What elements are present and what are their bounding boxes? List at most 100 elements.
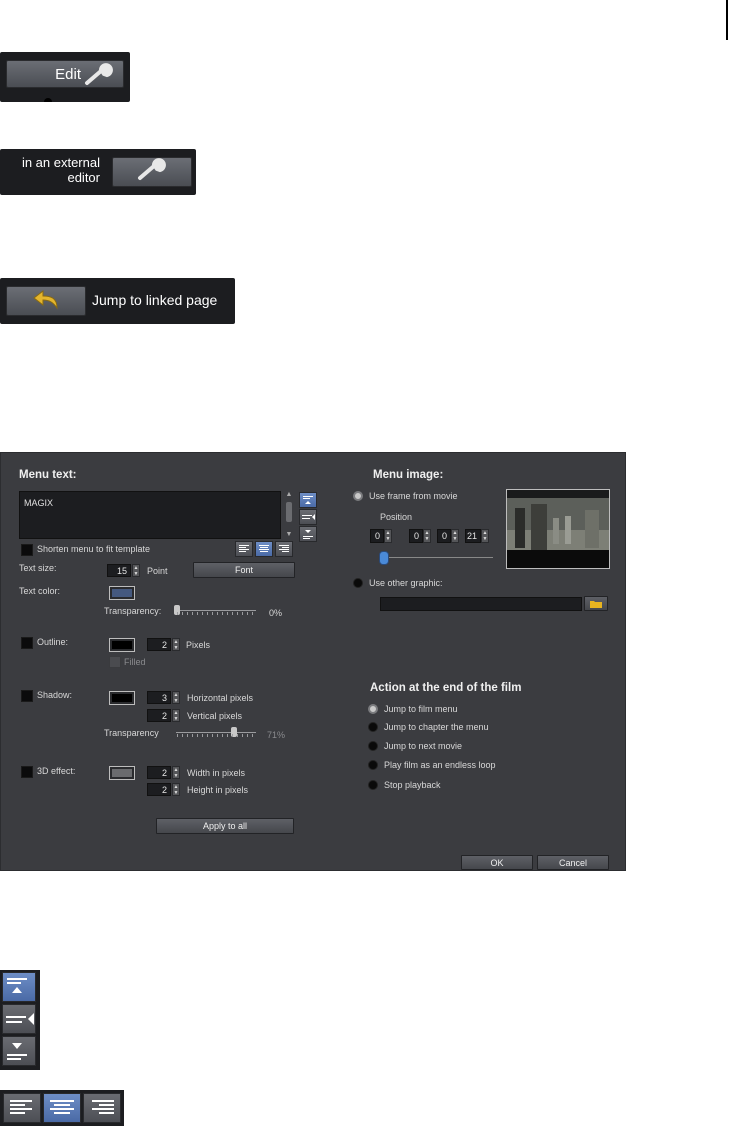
position-spinner-3[interactable]: ▲ ▼ bbox=[451, 529, 459, 543]
shorten-menu-label: Shorten menu to fit template bbox=[37, 544, 151, 554]
menu-settings-dialog: Menu text: MAGIX ▲ ▼ Shorten menu to fit… bbox=[0, 452, 626, 871]
text-size-field[interactable]: 15 bbox=[107, 564, 131, 577]
align-bottom-icon bbox=[303, 530, 313, 539]
shadow-horizontal-spinner[interactable]: ▲ ▼ bbox=[172, 691, 180, 704]
align-middle-icon bbox=[302, 514, 315, 520]
horizontal-align-icon-row bbox=[0, 1090, 124, 1126]
end-option-label-1: Jump to chapter the menu bbox=[384, 722, 489, 732]
position-spinner-4[interactable]: ▲ ▼ bbox=[481, 529, 489, 543]
shadow-vertical-label: Vertical pixels bbox=[187, 711, 243, 721]
cancel-button[interactable]: Cancel bbox=[537, 855, 609, 870]
edit-button-clip: Edit bbox=[0, 52, 130, 102]
end-option-radio-3[interactable] bbox=[368, 760, 378, 770]
effect3d-height-field[interactable]: 2 bbox=[147, 783, 171, 796]
font-button[interactable]: Font bbox=[193, 562, 295, 578]
shadow-horizontal-label: Horizontal pixels bbox=[187, 693, 254, 703]
end-option-radio-2[interactable] bbox=[368, 741, 378, 751]
shadow-checkbox[interactable] bbox=[21, 690, 33, 702]
outline-label: Outline: bbox=[37, 637, 69, 647]
align-bottom-icon[interactable] bbox=[2, 1036, 36, 1066]
return-arrow-icon bbox=[31, 288, 61, 315]
shadow-horizontal-field[interactable]: 3 bbox=[147, 691, 171, 704]
shadow-vertical-field[interactable]: 2 bbox=[147, 709, 171, 722]
transparency-label: Transparency: bbox=[104, 606, 162, 616]
effect3d-checkbox[interactable] bbox=[21, 766, 33, 778]
align-top-icon[interactable] bbox=[2, 972, 36, 1002]
end-option-radio-1[interactable] bbox=[368, 722, 378, 732]
effect3d-color-swatch[interactable] bbox=[109, 766, 135, 780]
scrollbar-thumb[interactable] bbox=[286, 502, 292, 522]
browse-folder-button[interactable] bbox=[584, 596, 608, 611]
jump-linked-page-clip: Jump to linked page bbox=[0, 278, 235, 324]
position-field-4[interactable]: 21 bbox=[465, 529, 481, 543]
position-label: Position bbox=[380, 512, 413, 522]
text-color-swatch[interactable] bbox=[109, 586, 135, 600]
jump-to-linked-page-button[interactable] bbox=[6, 286, 86, 316]
align-middle-icon[interactable] bbox=[2, 1004, 36, 1034]
outline-color-swatch[interactable] bbox=[109, 638, 135, 652]
text-size-spinner[interactable]: ▲ ▼ bbox=[132, 564, 140, 577]
ok-button[interactable]: OK bbox=[461, 855, 533, 870]
external-editor-button[interactable] bbox=[112, 157, 192, 187]
align-top-button[interactable] bbox=[299, 492, 317, 508]
use-other-graphic-label: Use other graphic: bbox=[369, 578, 443, 588]
position-field-1[interactable]: 0 bbox=[370, 529, 384, 543]
folder-icon bbox=[590, 601, 602, 608]
shorten-menu-checkbox[interactable] bbox=[21, 544, 33, 556]
use-frame-label: Use frame from movie bbox=[369, 491, 458, 501]
transparency-slider-ticks bbox=[177, 612, 257, 615]
jump-linked-page-label: Jump to linked page bbox=[92, 292, 218, 308]
edit-clip-indicator bbox=[44, 98, 52, 102]
position-slider-handle[interactable] bbox=[379, 551, 389, 565]
page-margin-bar bbox=[726, 0, 728, 40]
align-center-icon[interactable] bbox=[43, 1093, 81, 1123]
align-right-icon[interactable] bbox=[83, 1093, 121, 1123]
external-editor-label: in an external editor bbox=[21, 155, 100, 185]
menu-image-title: Menu image: bbox=[373, 469, 444, 481]
shadow-vertical-spinner[interactable]: ▲ ▼ bbox=[172, 709, 180, 722]
menu-text-input[interactable]: MAGIX bbox=[19, 491, 281, 539]
outline-pixels-spinner[interactable]: ▲ ▼ bbox=[172, 638, 180, 651]
align-bottom-button[interactable] bbox=[299, 526, 317, 542]
effect3d-height-spinner[interactable]: ▲ ▼ bbox=[172, 783, 180, 796]
effect3d-width-field[interactable]: 2 bbox=[147, 766, 171, 779]
outline-pixels-field[interactable]: 2 bbox=[147, 638, 171, 651]
align-top-icon bbox=[303, 496, 313, 504]
align-left-button[interactable] bbox=[235, 541, 253, 557]
transparency-slider-track[interactable] bbox=[176, 610, 256, 611]
end-option-radio-0[interactable] bbox=[368, 704, 378, 714]
filled-checkbox[interactable] bbox=[109, 656, 121, 668]
align-right-button[interactable] bbox=[275, 541, 293, 557]
end-option-label-3: Play film as an endless loop bbox=[384, 760, 496, 770]
align-left-icon bbox=[239, 545, 249, 552]
end-option-label-0: Jump to film menu bbox=[384, 704, 458, 714]
shadow-transparency-slider-track[interactable] bbox=[176, 732, 256, 733]
effect3d-width-label: Width in pixels bbox=[187, 768, 246, 778]
use-other-graphic-radio[interactable] bbox=[353, 578, 363, 588]
shadow-color-swatch[interactable] bbox=[109, 691, 135, 705]
shadow-transparency-value: 71% bbox=[267, 730, 286, 740]
outline-checkbox[interactable] bbox=[21, 637, 33, 649]
scroll-down-icon[interactable]: ▼ bbox=[285, 531, 293, 539]
edit-button[interactable]: Edit bbox=[6, 60, 124, 88]
align-middle-button[interactable] bbox=[299, 509, 317, 525]
position-slider-track[interactable] bbox=[381, 557, 493, 558]
position-field-3[interactable]: 0 bbox=[437, 529, 451, 543]
align-right-icon bbox=[279, 545, 289, 552]
movie-frame-preview bbox=[506, 489, 610, 569]
scroll-up-icon[interactable]: ▲ bbox=[285, 491, 293, 499]
position-spinner-2[interactable]: ▲ ▼ bbox=[423, 529, 431, 543]
transparency-value: 0% bbox=[269, 608, 283, 618]
align-left-icon[interactable] bbox=[3, 1093, 41, 1123]
position-spinner-1[interactable]: ▲ ▼ bbox=[384, 529, 392, 543]
end-option-radio-4[interactable] bbox=[368, 780, 378, 790]
vertical-align-icon-stack bbox=[0, 970, 40, 1070]
align-center-button[interactable] bbox=[255, 541, 273, 557]
end-option-label-4: Stop playback bbox=[384, 780, 441, 790]
apply-to-all-button[interactable]: Apply to all bbox=[156, 818, 294, 834]
effect3d-width-spinner[interactable]: ▲ ▼ bbox=[172, 766, 180, 779]
position-field-2[interactable]: 0 bbox=[409, 529, 423, 543]
graphic-path-field[interactable] bbox=[380, 597, 582, 611]
wrench-icon bbox=[136, 157, 168, 187]
use-frame-radio[interactable] bbox=[353, 491, 363, 501]
